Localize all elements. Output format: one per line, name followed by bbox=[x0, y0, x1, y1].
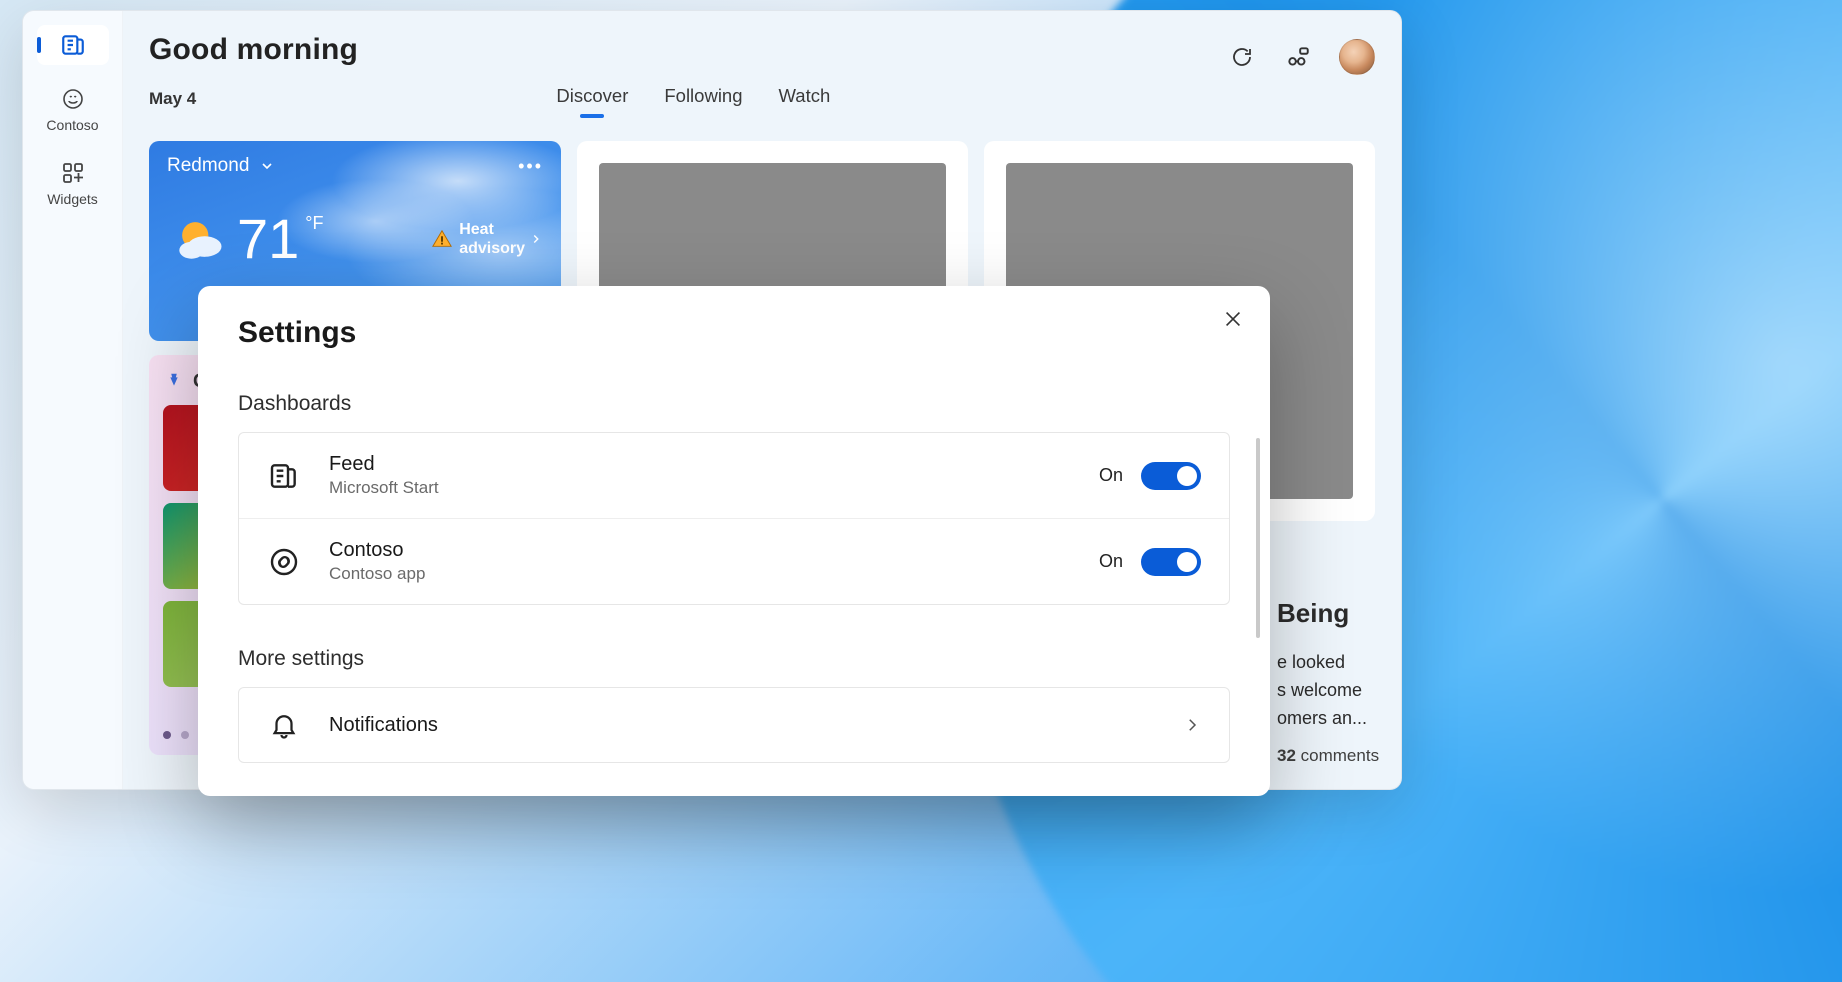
sidebar-item-contoso[interactable]: Contoso bbox=[37, 79, 109, 139]
advisory-line-2: advisory bbox=[459, 239, 525, 258]
comments-label: comments bbox=[1301, 746, 1379, 765]
feed-tabs: Discover Following Watch bbox=[556, 33, 830, 115]
user-avatar[interactable] bbox=[1339, 39, 1375, 75]
date-line: May 4 bbox=[149, 89, 358, 109]
related-icon bbox=[1285, 44, 1311, 70]
setting-row-contoso: Contoso Contoso app On bbox=[239, 518, 1229, 604]
related-button[interactable] bbox=[1283, 42, 1313, 72]
pager-dot[interactable] bbox=[163, 731, 171, 739]
modal-scrollbar[interactable] bbox=[1256, 438, 1260, 638]
greeting-title: Good morning bbox=[149, 33, 358, 67]
sidebar-item-label: Contoso bbox=[46, 117, 98, 133]
sidebar: Contoso Widgets bbox=[23, 11, 123, 789]
weather-location[interactable]: Redmond bbox=[167, 155, 249, 177]
toggle-state-label: On bbox=[1099, 551, 1123, 572]
weather-temperature: 71 bbox=[237, 211, 299, 267]
feed-toggle[interactable] bbox=[1141, 462, 1201, 490]
weather-condition-icon bbox=[167, 207, 231, 271]
link-icon bbox=[267, 545, 301, 579]
article-body-fragment: s welcome bbox=[1277, 677, 1387, 705]
tab-watch[interactable]: Watch bbox=[779, 85, 831, 115]
games-icon bbox=[163, 371, 185, 393]
refresh-button[interactable] bbox=[1227, 42, 1257, 72]
setting-subtitle: Microsoft Start bbox=[329, 478, 439, 498]
feed-icon bbox=[267, 459, 301, 493]
weather-advisory[interactable]: Heat advisory bbox=[431, 220, 543, 258]
setting-name: Contoso bbox=[329, 539, 425, 562]
weather-more-button[interactable]: ••• bbox=[518, 156, 543, 177]
pager-dot[interactable] bbox=[181, 731, 189, 739]
sidebar-item-widgets[interactable]: Widgets bbox=[37, 153, 109, 213]
chevron-right-icon bbox=[529, 232, 543, 246]
setting-subtitle: Contoso app bbox=[329, 564, 425, 584]
article-text-peek: Being e looked s welcome omers an... 32 … bbox=[1277, 593, 1387, 769]
widgets-icon bbox=[59, 159, 87, 187]
more-settings-list: Notifications bbox=[238, 687, 1230, 763]
top-bar: Good morning May 4 Discover Following Wa… bbox=[149, 33, 1375, 115]
top-actions bbox=[1227, 33, 1375, 75]
chevron-right-icon bbox=[1183, 716, 1201, 734]
toggle-state-label: On bbox=[1099, 465, 1123, 486]
dashboards-section-title: Dashboards bbox=[238, 392, 1230, 416]
setting-row-notifications[interactable]: Notifications bbox=[239, 688, 1229, 762]
article-title-fragment: Being bbox=[1277, 593, 1387, 633]
close-button[interactable] bbox=[1222, 308, 1244, 330]
tab-discover[interactable]: Discover bbox=[556, 85, 628, 115]
setting-name: Notifications bbox=[329, 714, 438, 737]
article-comments[interactable]: 32 comments bbox=[1277, 743, 1387, 769]
close-icon bbox=[1222, 308, 1244, 330]
feed-icon bbox=[59, 31, 87, 59]
comments-count: 32 bbox=[1277, 746, 1296, 765]
chevron-down-icon[interactable] bbox=[259, 158, 275, 174]
refresh-icon bbox=[1230, 45, 1254, 69]
advisory-line-1: Heat bbox=[459, 220, 525, 239]
contoso-icon bbox=[59, 85, 87, 113]
sidebar-item-label: Widgets bbox=[47, 191, 98, 207]
more-settings-section-title: More settings bbox=[238, 647, 1230, 671]
settings-dialog: Settings Dashboards Feed Microsoft Start… bbox=[198, 286, 1270, 796]
settings-title: Settings bbox=[238, 316, 1230, 350]
article-body-fragment: e looked bbox=[1277, 649, 1387, 677]
setting-row-feed: Feed Microsoft Start On bbox=[239, 433, 1229, 518]
dashboards-list: Feed Microsoft Start On Contoso Contoso … bbox=[238, 432, 1230, 605]
tab-following[interactable]: Following bbox=[664, 85, 742, 115]
sidebar-item-feed[interactable] bbox=[37, 25, 109, 65]
contoso-toggle[interactable] bbox=[1141, 548, 1201, 576]
weather-unit: °F bbox=[305, 213, 323, 234]
setting-name: Feed bbox=[329, 453, 439, 476]
warning-icon bbox=[431, 228, 453, 250]
bell-icon bbox=[267, 708, 301, 742]
article-body-fragment: omers an... bbox=[1277, 705, 1387, 733]
